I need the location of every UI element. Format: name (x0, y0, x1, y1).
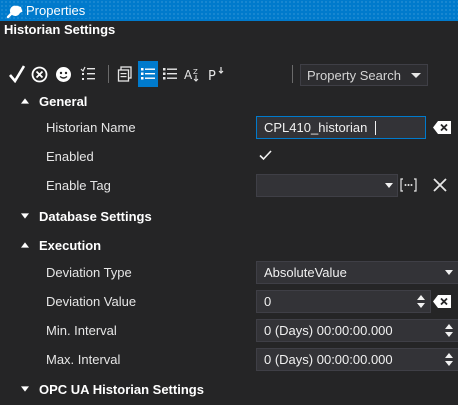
window-title: Properties (26, 3, 90, 18)
min-interval-value: 0 (Days) 00:00:00.000 (264, 323, 393, 338)
property-row-historian-name: Historian Name CPL410_historian (0, 113, 458, 142)
spin-down-icon[interactable] (445, 332, 453, 337)
spin-up-icon[interactable] (445, 324, 453, 329)
cancel-circle-icon (31, 66, 47, 82)
historian-name-value: CPL410_historian (264, 120, 368, 135)
property-filter-button[interactable]: P (206, 61, 228, 87)
page-title: Historian Settings (4, 22, 116, 37)
property-label: Min. Interval (46, 323, 117, 338)
clear-text-icon[interactable] (433, 121, 451, 134)
property-label: Max. Interval (46, 352, 121, 367)
category-execution[interactable]: Execution (0, 232, 458, 258)
property-search-dropdown[interactable]: Property Search (300, 64, 428, 86)
expand-arrow-icon (21, 213, 29, 219)
category-opc-ua-historian-settings[interactable]: OPC UA Historian Settings (0, 374, 458, 404)
toolbar-separator (108, 65, 109, 83)
max-interval-value: 0 (Days) 00:00:00.000 (264, 352, 393, 367)
property-row-deviation-type: Deviation Type AbsoluteValue (0, 258, 458, 287)
alphabetical-sort-icon: A Z (184, 68, 199, 82)
apply-button[interactable] (6, 61, 28, 87)
property-row-deviation-value: Deviation Value 0 (0, 287, 458, 316)
property-label: Historian Name (46, 120, 136, 135)
deviation-value-spinner[interactable]: 0 (256, 290, 431, 313)
svg-text:Z: Z (193, 68, 198, 76)
deviation-type-dropdown[interactable]: AbsoluteValue (256, 261, 458, 284)
categorized-view-icon (141, 68, 155, 80)
max-interval-spinner[interactable]: 0 (Days) 00:00:00.000 (256, 348, 458, 371)
wrench-icon (6, 5, 23, 18)
smiley-icon (55, 66, 71, 82)
cancel-button[interactable] (28, 61, 50, 87)
alphabetical-sort-button[interactable]: A Z (182, 61, 204, 87)
apply-icon (9, 65, 25, 83)
property-grid: General Historian Name CPL410_historian … (0, 89, 458, 404)
category-label: General (39, 93, 88, 109)
clear-text-icon[interactable] (433, 295, 451, 308)
categorized-list-icon (163, 68, 177, 80)
deviation-type-value: AbsoluteValue (264, 265, 347, 280)
text-cursor (375, 121, 376, 135)
spin-up-icon[interactable] (445, 353, 453, 358)
expand-arrow-icon (21, 386, 29, 392)
enable-tag-dropdown[interactable] (256, 174, 398, 197)
property-pages-icon (117, 66, 132, 82)
property-row-enable-tag: Enable Tag (0, 171, 458, 200)
property-label: Deviation Type (46, 265, 132, 280)
svg-text:P: P (208, 69, 216, 82)
category-label: Database Settings (39, 208, 152, 224)
category-database-settings[interactable]: Database Settings (0, 200, 458, 232)
checklist-icon (80, 66, 95, 80)
svg-text:A: A (184, 68, 193, 82)
property-label: Deviation Value (46, 294, 137, 309)
category-label: OPC UA Historian Settings (39, 381, 204, 397)
checklist-button[interactable] (78, 61, 98, 87)
chevron-down-icon (385, 183, 393, 188)
property-row-max-interval: Max. Interval 0 (Days) 00:00:00.000 (0, 345, 458, 374)
categorized-list-button[interactable] (160, 61, 180, 87)
toolbar-separator (292, 65, 293, 83)
property-row-min-interval: Min. Interval 0 (Days) 00:00:00.000 (0, 316, 458, 345)
property-label: Enabled (46, 149, 94, 164)
browse-ellipsis-icon[interactable] (400, 178, 417, 192)
properties-titlebar[interactable]: Properties (0, 0, 458, 21)
chevron-down-icon (411, 73, 421, 78)
min-interval-spinner[interactable]: 0 (Days) 00:00:00.000 (256, 319, 458, 342)
category-label: Execution (39, 237, 102, 253)
property-pages-button[interactable] (114, 61, 136, 87)
categorized-view-button[interactable] (138, 61, 158, 87)
feedback-button[interactable] (52, 61, 74, 87)
spin-up-icon[interactable] (417, 295, 425, 300)
close-icon[interactable] (432, 177, 448, 193)
historian-name-input[interactable]: CPL410_historian (256, 116, 426, 139)
collapse-arrow-icon (21, 98, 29, 104)
collapse-arrow-icon (21, 242, 29, 248)
category-general[interactable]: General (0, 89, 458, 113)
property-label: Enable Tag (46, 178, 111, 193)
property-filter-icon: P (208, 67, 224, 82)
spin-down-icon[interactable] (445, 361, 453, 366)
chevron-down-icon (445, 270, 453, 275)
property-search-label: Property Search (307, 67, 401, 83)
properties-toolbar: A Z P Property Search (0, 61, 458, 89)
deviation-value-value: 0 (264, 294, 272, 309)
enabled-checkbox[interactable] (259, 150, 272, 161)
property-row-enabled: Enabled (0, 142, 458, 171)
spin-down-icon[interactable] (417, 303, 425, 308)
